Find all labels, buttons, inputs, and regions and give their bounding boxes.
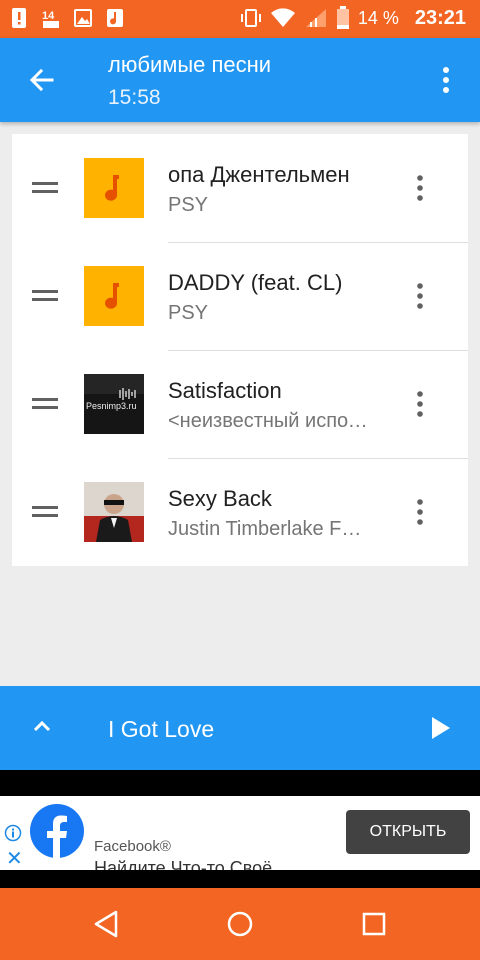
song-menu-icon[interactable] bbox=[410, 282, 430, 310]
navigation-bar bbox=[0, 888, 480, 960]
status-bar: 14 14 % 23:21 bbox=[0, 0, 480, 38]
ad-text: Найдите Что-то Своё bbox=[94, 858, 273, 870]
info-icon[interactable] bbox=[4, 824, 22, 842]
song-thumbnail bbox=[84, 482, 144, 542]
clock: 23:21 bbox=[414, 6, 466, 29]
notification-icon: 14 bbox=[42, 10, 59, 28]
song-title: DADDY (feat. CL) bbox=[168, 270, 343, 295]
alert-icon bbox=[12, 8, 26, 28]
home-circle-icon[interactable] bbox=[222, 906, 258, 942]
song-row[interactable]: DADDY (feat. CL) PSY bbox=[12, 242, 468, 350]
signal-icon bbox=[305, 9, 326, 27]
battery-level: 14 % bbox=[357, 7, 399, 28]
album-art: Pesnimp3.ru bbox=[84, 374, 144, 434]
song-menu-icon[interactable] bbox=[410, 498, 430, 526]
ad-advertiser: Facebook® bbox=[94, 838, 171, 855]
ad-open-button[interactable]: ОТКРЫТЬ bbox=[346, 810, 470, 854]
song-artist: PSY bbox=[168, 194, 209, 216]
song-title: Satisfaction bbox=[168, 378, 282, 403]
song-title: опа Джентельмен bbox=[168, 162, 350, 187]
song-row[interactable]: Pesnimp3.ru Satisfaction <неизвестный ис… bbox=[12, 350, 468, 458]
drag-handle-icon[interactable] bbox=[32, 398, 58, 410]
more-vert-icon[interactable] bbox=[436, 66, 456, 94]
app-bar: любимые песни 15:58 bbox=[0, 38, 480, 122]
now-playing-title: I Got Love bbox=[108, 716, 215, 742]
song-title: Sexy Back bbox=[168, 486, 272, 511]
playlist-title: любимые песни bbox=[108, 52, 272, 77]
back-triangle-icon[interactable] bbox=[88, 906, 124, 942]
song-artist: PSY bbox=[168, 302, 209, 324]
svg-text:14: 14 bbox=[42, 10, 55, 22]
music-note-icon bbox=[105, 283, 119, 309]
system-status: 14 % 23:21 bbox=[240, 6, 466, 30]
song-menu-icon[interactable] bbox=[410, 390, 430, 418]
song-list: опа Джентельмен PSY DADDY (feat. CL) PSY… bbox=[12, 134, 468, 566]
close-icon[interactable]: ✕ bbox=[6, 846, 23, 870]
drag-handle-icon[interactable] bbox=[32, 506, 58, 518]
drag-handle-icon[interactable] bbox=[32, 182, 58, 194]
album-art bbox=[84, 482, 144, 542]
song-row[interactable]: Sexy Back Justin Timberlake Feat. Timbal… bbox=[12, 458, 468, 566]
divider bbox=[0, 770, 480, 796]
song-thumbnail: Pesnimp3.ru bbox=[84, 374, 144, 434]
song-row[interactable]: опа Джентельмен PSY bbox=[12, 134, 468, 242]
song-artist: Justin Timberlake Feat. Timbaland bbox=[168, 518, 368, 540]
image-icon bbox=[74, 9, 92, 27]
wifi-icon bbox=[270, 8, 295, 27]
divider bbox=[0, 870, 480, 888]
song-thumbnail bbox=[84, 266, 144, 326]
chevron-up-icon[interactable] bbox=[28, 712, 56, 740]
playlist-duration: 15:58 bbox=[108, 86, 161, 109]
music-note-icon bbox=[105, 175, 119, 201]
back-arrow-icon[interactable] bbox=[26, 64, 58, 96]
music-icon bbox=[107, 9, 123, 27]
ad-banner[interactable]: ✕ Facebook® Найдите Что-то Своё ОТКРЫТЬ bbox=[0, 796, 480, 870]
facebook-logo bbox=[30, 804, 84, 858]
song-artist: <неизвестный исполнитель> bbox=[168, 410, 368, 432]
vibrate-icon bbox=[240, 9, 261, 27]
notification-icons: 14 bbox=[10, 7, 124, 29]
drag-handle-icon[interactable] bbox=[32, 290, 58, 302]
song-thumbnail bbox=[84, 158, 144, 218]
album-art-text: Pesnimp3.ru bbox=[86, 401, 137, 411]
battery-icon bbox=[336, 6, 349, 29]
mini-player[interactable]: I Got Love bbox=[0, 686, 480, 770]
song-menu-icon[interactable] bbox=[410, 174, 430, 202]
play-icon[interactable] bbox=[428, 716, 452, 740]
recents-square-icon[interactable] bbox=[356, 906, 392, 942]
